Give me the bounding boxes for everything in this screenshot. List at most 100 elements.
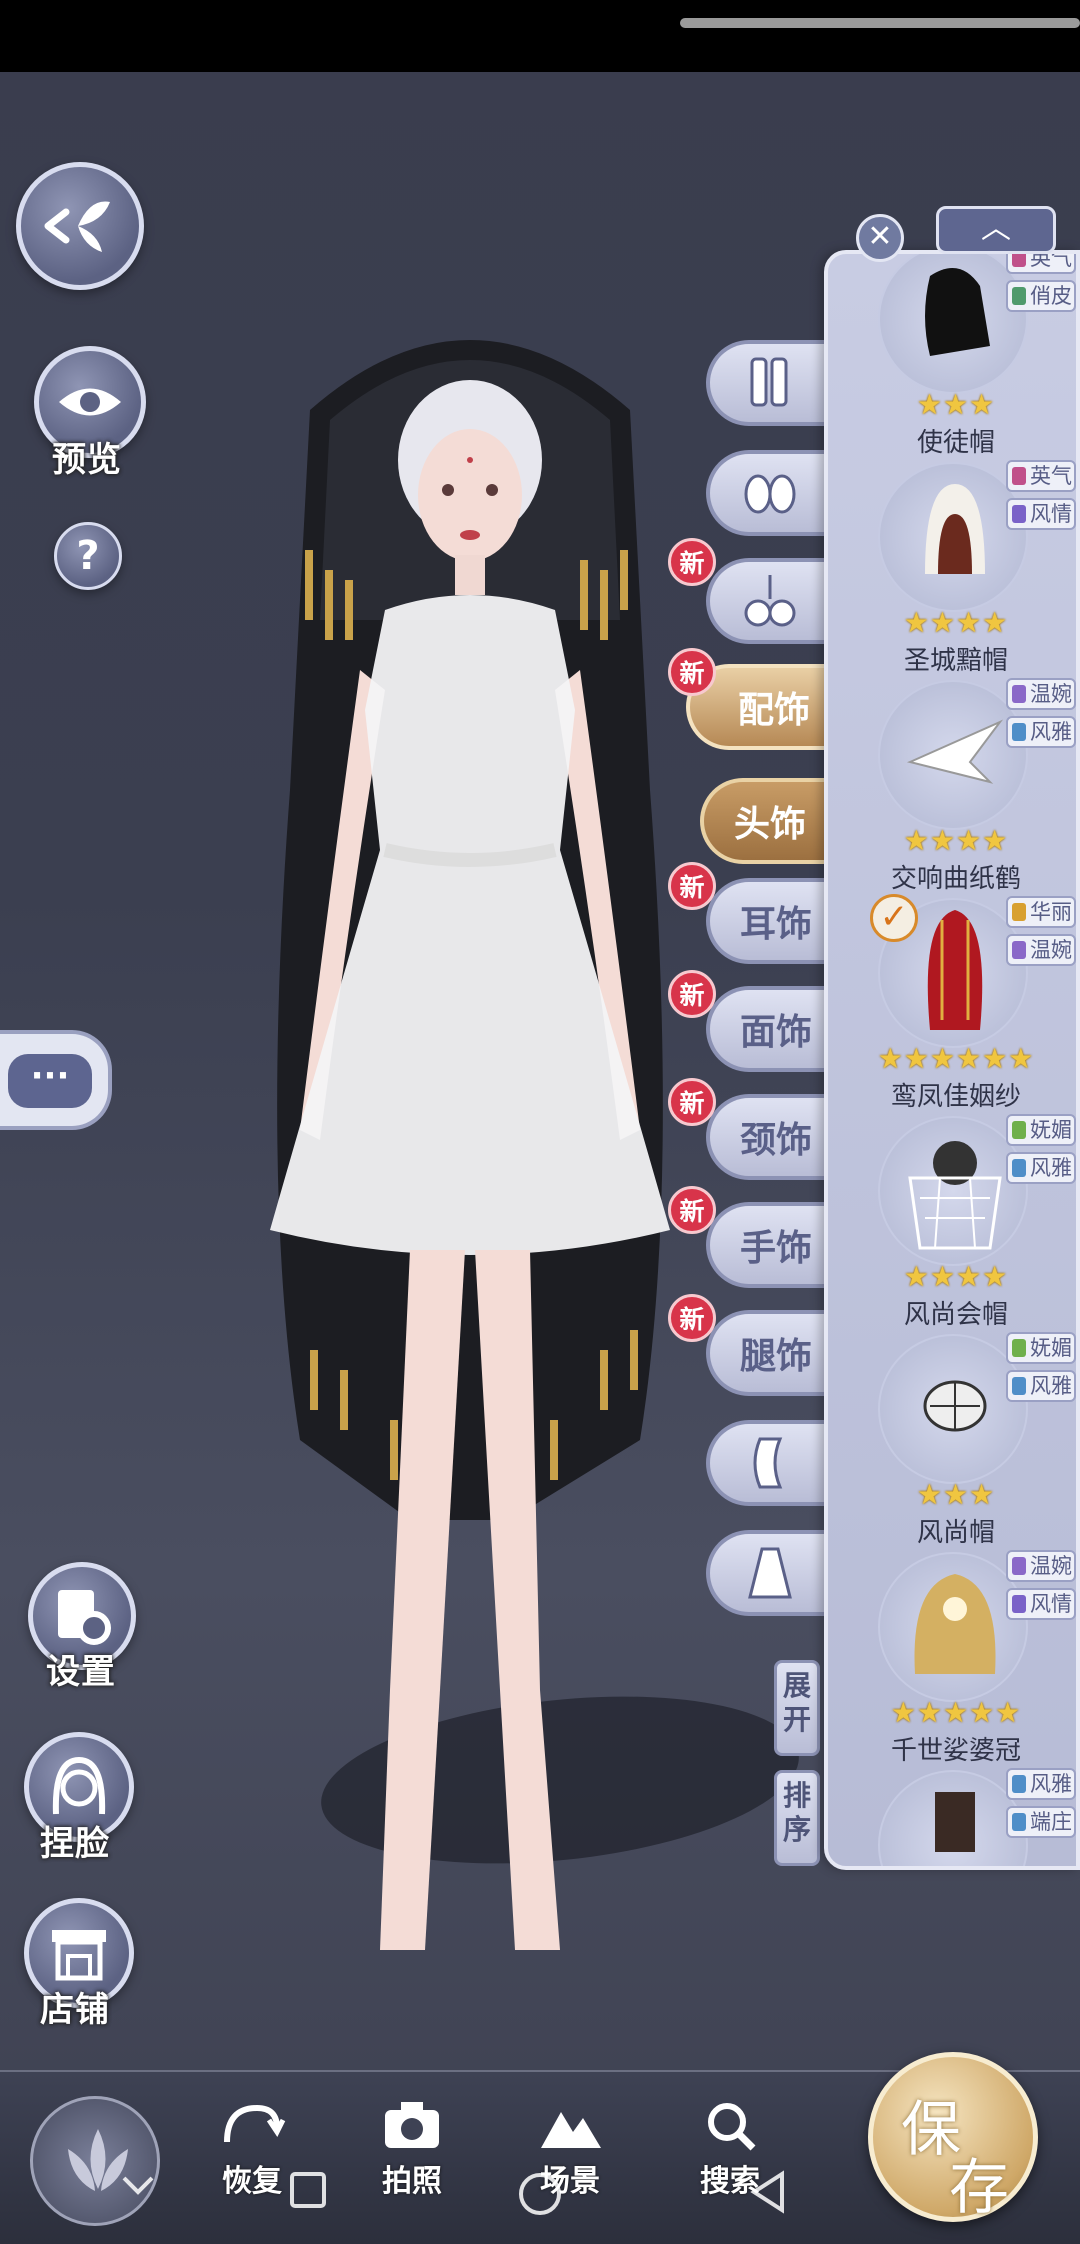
- item-card[interactable]: 温婉 风雅 ★★★★ 交响曲纸鹤: [828, 674, 1076, 894]
- item-card[interactable]: 妩媚 风雅 ★★★ 风尚帽: [828, 1328, 1076, 1548]
- item-tag: 俏皮: [1006, 280, 1076, 312]
- item-card[interactable]: 妩媚 风雅 ★★★★ 风尚会帽: [828, 1110, 1076, 1330]
- item-stars: ★★★★★: [890, 1696, 1022, 1729]
- item-stars: ★★★★★★: [877, 1042, 1035, 1075]
- back-button[interactable]: [16, 162, 144, 290]
- new-badge: 新: [668, 1186, 716, 1234]
- tab-shoes[interactable]: [706, 450, 836, 536]
- item-panel[interactable]: 英气 俏皮 ★★★ 使徒帽 英气 风情 ★★★★ 圣城黯帽 温婉 风雅 ★★★★…: [824, 250, 1080, 1870]
- sort-button[interactable]: 排序: [774, 1770, 820, 1866]
- new-badge: 新: [668, 538, 716, 586]
- tab-toushi[interactable]: 头饰: [700, 778, 836, 864]
- photo-button[interactable]: 拍照: [352, 2098, 472, 2200]
- camera-icon: [385, 2102, 439, 2148]
- item-card[interactable]: 英气 风情 ★★★★ 圣城黯帽: [828, 456, 1076, 676]
- item-tag: 温婉: [1006, 934, 1076, 966]
- item-card-selected[interactable]: ✓ 华丽 温婉 ★★★★★★ 鸾凤佳姻纱: [828, 892, 1076, 1112]
- save-label-2: 存: [949, 2153, 1009, 2223]
- item-tag: 风雅: [1006, 716, 1076, 748]
- nav-back-icon[interactable]: [748, 2170, 788, 2214]
- restore-icon: [224, 2104, 286, 2143]
- shoes-icon: [744, 474, 796, 514]
- nav-recent-icon[interactable]: [288, 2170, 328, 2210]
- tab-peishi-label: 配饰: [738, 689, 811, 731]
- tab-ershi-label: 耳饰: [740, 903, 813, 945]
- tab-toushi-label: 头饰: [734, 803, 807, 845]
- tab-outfit[interactable]: [706, 1530, 836, 1616]
- item-tag: 英气: [1006, 460, 1076, 492]
- item-stars: ★★★: [916, 388, 996, 421]
- expand-button[interactable]: 展开: [774, 1660, 820, 1756]
- item-tag: 端庄: [1006, 1806, 1076, 1838]
- status-pill: [680, 18, 1080, 28]
- item-name: 千世娑婆冠: [890, 1736, 1021, 1766]
- face-label: 捏脸: [40, 1824, 110, 1864]
- item-name: 鸾凤佳姻纱: [890, 1082, 1021, 1112]
- lotus-icon: [68, 2129, 128, 2191]
- item-name: 交响曲纸鹤: [890, 864, 1021, 894]
- item-name: 圣城黯帽: [903, 646, 1008, 676]
- lotus-menu-button[interactable]: [30, 2096, 160, 2226]
- save-button[interactable]: 保 存: [868, 2052, 1038, 2223]
- item-card[interactable]: 英气 俏皮 ★★★ 使徒帽: [828, 254, 1076, 458]
- help-button[interactable]: ?: [54, 522, 122, 590]
- item-tag: 风情: [1006, 1588, 1076, 1620]
- item-card[interactable]: 风雅 端庄: [828, 1764, 1076, 1866]
- nav-home-icon[interactable]: [516, 2170, 564, 2218]
- item-tag: 温婉: [1006, 678, 1076, 710]
- new-badge: 新: [668, 648, 716, 696]
- tab-boots[interactable]: [706, 340, 836, 426]
- shop-label: 店铺: [40, 1990, 110, 2030]
- tab-shoushi-label: 手饰: [740, 1227, 813, 1269]
- help-icon: ?: [76, 533, 100, 579]
- tab-ershi[interactable]: 耳饰: [706, 878, 836, 964]
- item-card[interactable]: 温婉 风情 ★★★★★ 千世娑婆冠: [828, 1546, 1076, 1766]
- item-stars: ★★★★: [903, 606, 1009, 639]
- settings-label: 设置: [46, 1652, 116, 1692]
- eye-icon: [59, 388, 121, 416]
- item-stars: ★★★★: [903, 1260, 1009, 1293]
- tab-tuishi[interactable]: 腿饰: [706, 1310, 836, 1396]
- item-thumbnail: [878, 254, 1028, 394]
- item-tag: 妩媚: [1006, 1332, 1076, 1364]
- butterfly-back-icon: [44, 201, 110, 252]
- tab-mianshi[interactable]: 面饰: [706, 986, 836, 1072]
- search-icon: [708, 2103, 756, 2151]
- outfit-icon: [748, 1547, 792, 1599]
- panel-close-button[interactable]: ✕: [856, 214, 904, 262]
- bells-icon: [744, 575, 796, 627]
- status-bar: [0, 0, 1080, 72]
- item-tag: 妩媚: [1006, 1114, 1076, 1146]
- tab-jingshi[interactable]: 颈饰: [706, 1094, 836, 1180]
- shop-icon: [52, 1930, 106, 1981]
- panel-collapse-button[interactable]: ︿: [936, 206, 1056, 254]
- new-badge: 新: [668, 1294, 716, 1342]
- chat-button[interactable]: ···: [0, 1030, 112, 1130]
- item-tag: 风情: [1006, 498, 1076, 530]
- item-stars: ★★★: [916, 1478, 996, 1511]
- character-model[interactable]: [210, 290, 730, 1980]
- new-badge: 新: [668, 970, 716, 1018]
- item-name: 风尚会帽: [903, 1300, 1008, 1330]
- item-tag: 风雅: [1006, 1152, 1076, 1184]
- photo-label: 拍照: [382, 2164, 442, 2199]
- tab-mianshi-label: 面饰: [740, 1011, 813, 1053]
- boots-icon: [750, 357, 788, 407]
- tab-jingshi-label: 颈饰: [740, 1119, 813, 1161]
- selected-check-icon: ✓: [870, 894, 918, 942]
- cape-icon: [753, 1437, 783, 1489]
- tab-shoushi[interactable]: 手饰: [706, 1202, 836, 1288]
- settings-gear-icon: [58, 1590, 111, 1645]
- item-stars: ★★★★: [903, 824, 1009, 857]
- face-icon: [52, 1756, 106, 1815]
- item-name: 风尚帽: [916, 1518, 995, 1548]
- tab-cape[interactable]: [706, 1420, 836, 1506]
- tab-tuishi-label: 腿饰: [740, 1335, 813, 1377]
- item-name: 使徒帽: [916, 428, 995, 458]
- nav-hide-icon[interactable]: [118, 2170, 158, 2200]
- chat-icon: ···: [8, 1054, 92, 1108]
- preview-label: 预览: [52, 440, 122, 480]
- new-badge: 新: [668, 1078, 716, 1126]
- tab-accessory-set[interactable]: [706, 558, 836, 644]
- item-tag: 风雅: [1006, 1768, 1076, 1800]
